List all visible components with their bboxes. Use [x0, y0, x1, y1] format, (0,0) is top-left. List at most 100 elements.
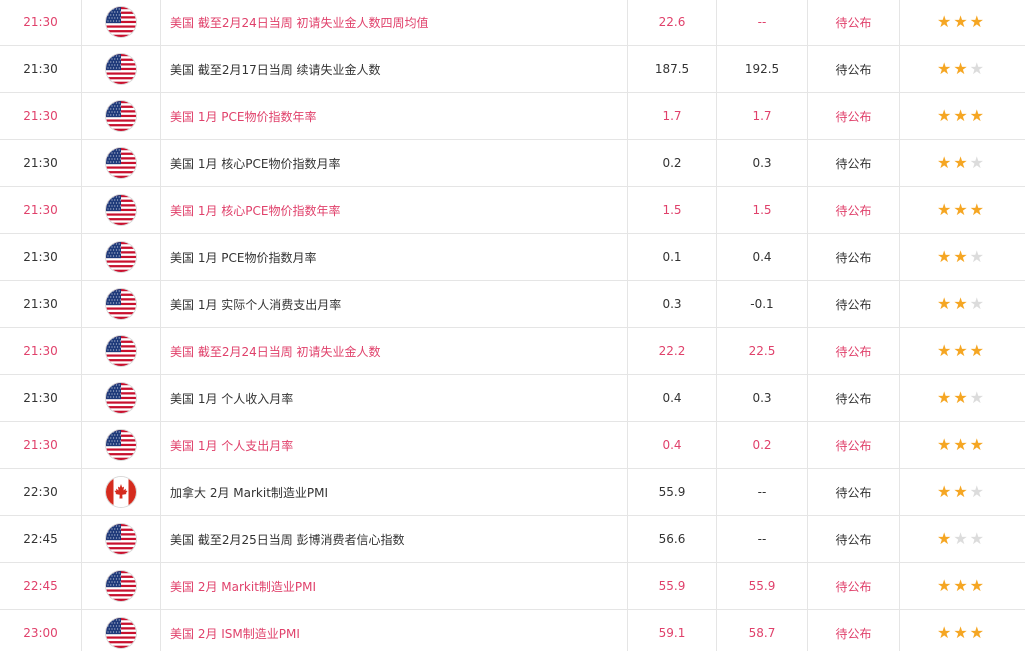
event-title[interactable]: 美国 2月 ISM制造业PMI	[161, 610, 628, 651]
event-title[interactable]: 美国 1月 PCE物价指数月率	[161, 234, 628, 280]
event-title[interactable]: 美国 1月 核心PCE物价指数年率	[161, 187, 628, 233]
star-group: ★ ★ ★	[937, 625, 984, 641]
star-filled-icon: ★	[969, 200, 985, 219]
star-filled-icon: ★	[969, 12, 985, 31]
event-row[interactable]: 22:30 加拿大 2月 Markit制造业PMI 55.9 -- 待公布 ★ ★…	[0, 469, 1025, 516]
event-title[interactable]: 美国 截至2月24日当周 初请失业金人数	[161, 328, 628, 374]
flag-cell	[82, 422, 161, 468]
event-title[interactable]: 美国 1月 实际个人消费支出月率	[161, 281, 628, 327]
actual-value: 待公布	[808, 46, 900, 92]
event-title[interactable]: 美国 1月 个人收入月率	[161, 375, 628, 421]
importance-rating: ★ ★ ★	[900, 281, 1025, 327]
importance-rating: ★ ★ ★	[900, 140, 1025, 186]
event-time: 21:30	[0, 0, 82, 45]
flag-cell	[82, 563, 161, 609]
actual-value: 待公布	[808, 328, 900, 374]
flag-cell	[82, 93, 161, 139]
event-title[interactable]: 加拿大 2月 Markit制造业PMI	[161, 469, 628, 515]
star-filled-icon: ★	[953, 576, 968, 595]
importance-rating: ★ ★ ★	[900, 187, 1025, 233]
star-filled-icon: ★	[969, 623, 985, 642]
flag-cell	[82, 516, 161, 562]
event-title[interactable]: 美国 截至2月24日当周 初请失业金人数四周均值	[161, 0, 628, 45]
event-row[interactable]: 23:00 美国 2月 ISM制造业PMI 59.1 58.7 待公布 ★ ★ ★	[0, 610, 1025, 651]
flag-cell	[82, 328, 161, 374]
star-filled-icon: ★	[953, 12, 968, 31]
event-row[interactable]: 21:30 美国 1月 个人收入月率 0.4 0.3 待公布 ★ ★ ★	[0, 375, 1025, 422]
previous-value: 1.5	[628, 187, 717, 233]
event-title[interactable]: 美国 1月 核心PCE物价指数月率	[161, 140, 628, 186]
star-group: ★ ★ ★	[937, 249, 984, 265]
event-row[interactable]: 21:30 美国 1月 PCE物价指数月率 0.1 0.4 待公布 ★ ★ ★	[0, 234, 1025, 281]
actual-value: 待公布	[808, 0, 900, 45]
event-row[interactable]: 21:30 美国 1月 核心PCE物价指数年率 1.5 1.5 待公布 ★ ★ ★	[0, 187, 1025, 234]
importance-rating: ★ ★ ★	[900, 516, 1025, 562]
actual-value: 待公布	[808, 563, 900, 609]
forecast-value: 22.5	[717, 328, 808, 374]
forecast-value: 58.7	[717, 610, 808, 651]
event-row[interactable]: 21:30 美国 1月 PCE物价指数年率 1.7 1.7 待公布 ★ ★ ★	[0, 93, 1025, 140]
us-flag-icon	[106, 571, 136, 601]
importance-rating: ★ ★ ★	[900, 93, 1025, 139]
star-empty-icon: ★	[969, 529, 985, 548]
event-row[interactable]: 21:30 美国 截至2月17日当周 续请失业金人数 187.5 192.5 待…	[0, 46, 1025, 93]
actual-value: 待公布	[808, 140, 900, 186]
previous-value: 0.1	[628, 234, 717, 280]
star-filled-icon: ★	[969, 576, 985, 595]
previous-value: 55.9	[628, 469, 717, 515]
star-filled-icon: ★	[936, 435, 952, 454]
forecast-value: 0.2	[717, 422, 808, 468]
forecast-value: --	[717, 0, 808, 45]
importance-rating: ★ ★ ★	[900, 422, 1025, 468]
forecast-value: 1.5	[717, 187, 808, 233]
previous-value: 1.7	[628, 93, 717, 139]
forecast-value: 55.9	[717, 563, 808, 609]
event-title[interactable]: 美国 截至2月17日当周 续请失业金人数	[161, 46, 628, 92]
us-flag-icon	[106, 430, 136, 460]
star-group: ★ ★ ★	[937, 437, 984, 453]
event-title[interactable]: 美国 截至2月25日当周 彭博消费者信心指数	[161, 516, 628, 562]
star-filled-icon: ★	[969, 106, 985, 125]
event-title[interactable]: 美国 1月 PCE物价指数年率	[161, 93, 628, 139]
flag-cell	[82, 140, 161, 186]
event-row[interactable]: 21:30 美国 1月 实际个人消费支出月率 0.3 -0.1 待公布 ★ ★ ★	[0, 281, 1025, 328]
star-group: ★ ★ ★	[937, 14, 984, 30]
star-filled-icon: ★	[969, 435, 985, 454]
star-filled-icon: ★	[953, 59, 968, 78]
star-group: ★ ★ ★	[937, 484, 984, 500]
us-flag-icon	[106, 101, 136, 131]
event-row[interactable]: 22:45 美国 截至2月25日当周 彭博消费者信心指数 56.6 -- 待公布…	[0, 516, 1025, 563]
event-row[interactable]: 22:45 美国 2月 Markit制造业PMI 55.9 55.9 待公布 ★…	[0, 563, 1025, 610]
event-time: 21:30	[0, 422, 82, 468]
star-empty-icon: ★	[969, 153, 985, 172]
event-title[interactable]: 美国 2月 Markit制造业PMI	[161, 563, 628, 609]
flag-cell	[82, 469, 161, 515]
event-row[interactable]: 21:30 美国 截至2月24日当周 初请失业金人数 22.2 22.5 待公布…	[0, 328, 1025, 375]
us-flag-icon	[106, 242, 136, 272]
event-time: 21:30	[0, 93, 82, 139]
actual-value: 待公布	[808, 422, 900, 468]
actual-value: 待公布	[808, 187, 900, 233]
event-time: 21:30	[0, 328, 82, 374]
event-row[interactable]: 21:30 美国 1月 个人支出月率 0.4 0.2 待公布 ★ ★ ★	[0, 422, 1025, 469]
previous-value: 0.2	[628, 140, 717, 186]
event-time: 22:45	[0, 516, 82, 562]
forecast-value: --	[717, 469, 808, 515]
star-filled-icon: ★	[936, 294, 952, 313]
event-time: 23:00	[0, 610, 82, 651]
importance-rating: ★ ★ ★	[900, 46, 1025, 92]
importance-rating: ★ ★ ★	[900, 563, 1025, 609]
star-filled-icon: ★	[936, 200, 952, 219]
star-filled-icon: ★	[936, 59, 952, 78]
us-flag-icon	[106, 524, 136, 554]
flag-cell	[82, 0, 161, 45]
flag-cell	[82, 187, 161, 233]
star-filled-icon: ★	[953, 294, 968, 313]
event-time: 21:30	[0, 375, 82, 421]
event-title[interactable]: 美国 1月 个人支出月率	[161, 422, 628, 468]
star-filled-icon: ★	[936, 247, 952, 266]
event-row[interactable]: 21:30 美国 截至2月24日当周 初请失业金人数四周均值 22.6 -- 待…	[0, 0, 1025, 46]
actual-value: 待公布	[808, 516, 900, 562]
star-group: ★ ★ ★	[937, 531, 984, 547]
event-row[interactable]: 21:30 美国 1月 核心PCE物价指数月率 0.2 0.3 待公布 ★ ★ ★	[0, 140, 1025, 187]
